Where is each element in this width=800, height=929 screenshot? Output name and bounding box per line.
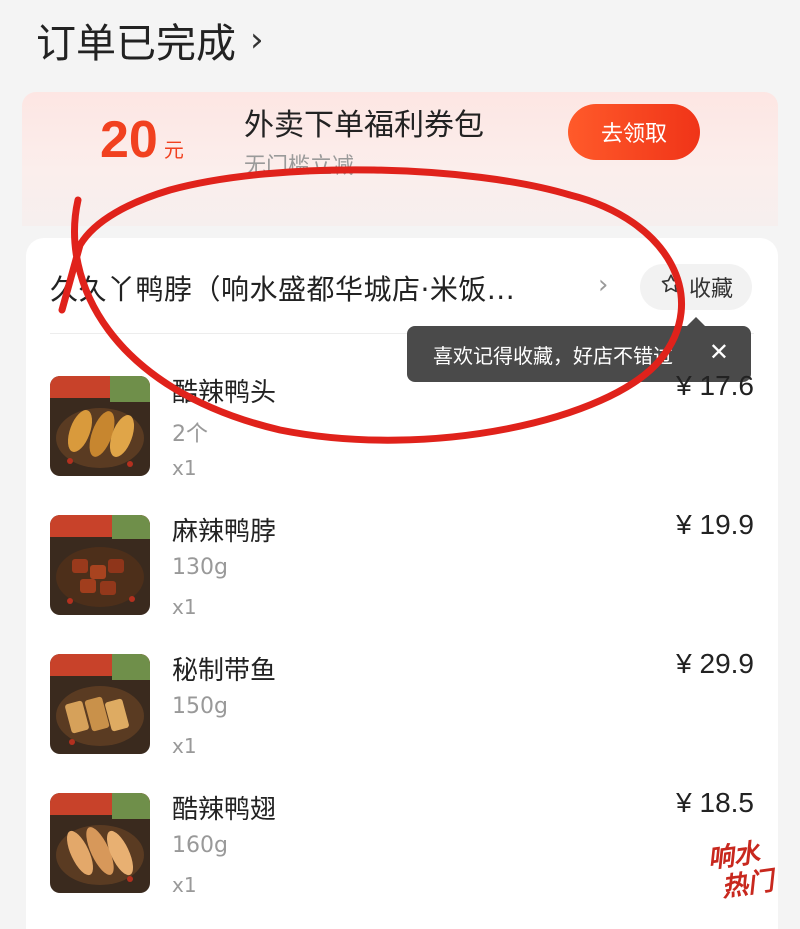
item-price: ¥ 18.5 xyxy=(676,787,754,818)
item-price: ¥ 29.9 xyxy=(676,648,754,679)
coupon-amount: 20 元 xyxy=(100,110,184,170)
claim-coupon-button[interactable]: 去领取 xyxy=(568,104,700,160)
order-card: 久久丫鸭脖（响水盛都华城店·米饭... › 收藏 喜欢记得收藏，好店不错过 ✕ xyxy=(26,238,778,929)
product-image xyxy=(50,376,150,476)
item-spec: 160g xyxy=(172,833,228,858)
coupon-subtitle: 无门槛立减 xyxy=(244,154,355,179)
chevron-right-icon[interactable]: › xyxy=(598,270,608,300)
coupon-title: 外卖下单福利券包 xyxy=(244,108,484,143)
item-name: 酷辣鸭头 xyxy=(172,378,277,408)
tooltip-text: 喜欢记得收藏，好店不错过 xyxy=(433,343,673,368)
favorite-button[interactable]: 收藏 xyxy=(640,264,752,310)
item-quantity: x1 xyxy=(172,595,197,619)
item-price: ¥ 17.6 xyxy=(676,370,754,401)
favorite-label: 收藏 xyxy=(688,277,733,302)
chevron-right-icon: › xyxy=(250,20,264,60)
list-item[interactable]: 秘制带鱼 150g x1 ¥ 29.9 xyxy=(50,648,754,774)
store-header: 久久丫鸭脖（响水盛都华城店·米饭... › 收藏 xyxy=(26,238,778,334)
product-image xyxy=(50,654,150,754)
list-item[interactable]: 酷辣鸭头 2个 x1 ¥ 17.6 xyxy=(50,370,754,496)
item-spec: 130g xyxy=(172,555,228,580)
close-icon[interactable]: ✕ xyxy=(709,340,729,364)
item-price: ¥ 19.9 xyxy=(676,509,754,540)
order-status-label: 订单已完成 xyxy=(36,21,236,67)
item-quantity: x1 xyxy=(172,734,197,758)
item-name: 酷辣鸭翅 xyxy=(172,795,277,825)
store-name[interactable]: 久久丫鸭脖（响水盛都华城店·米饭... xyxy=(50,268,590,308)
item-name: 秘制带鱼 xyxy=(172,656,277,686)
item-quantity: x1 xyxy=(172,456,197,480)
coupon-amount-value: 20 xyxy=(100,111,158,169)
watermark-line2: 热门 xyxy=(719,866,776,904)
watermark-logo: 响水 热门 xyxy=(702,833,791,913)
list-item[interactable]: 麻辣鸭脖 130g x1 ¥ 19.9 xyxy=(50,509,754,635)
product-image xyxy=(50,515,150,615)
order-status-title[interactable]: 订单已完成 › xyxy=(36,10,264,70)
item-name: 麻辣鸭脖 xyxy=(172,517,277,547)
item-spec: 150g xyxy=(172,694,228,719)
item-spec: 2个 xyxy=(172,422,208,447)
star-outline-icon xyxy=(659,272,683,302)
tooltip-arrow xyxy=(686,317,706,327)
item-quantity: x1 xyxy=(172,873,197,897)
coupon-amount-unit: 元 xyxy=(163,138,184,162)
coupon-banner: 20 元 外卖下单福利券包 无门槛立减 去领取 xyxy=(22,92,778,226)
product-image xyxy=(50,793,150,893)
list-item[interactable]: 酷辣鸭翅 160g x1 ¥ 18.5 xyxy=(50,787,754,913)
